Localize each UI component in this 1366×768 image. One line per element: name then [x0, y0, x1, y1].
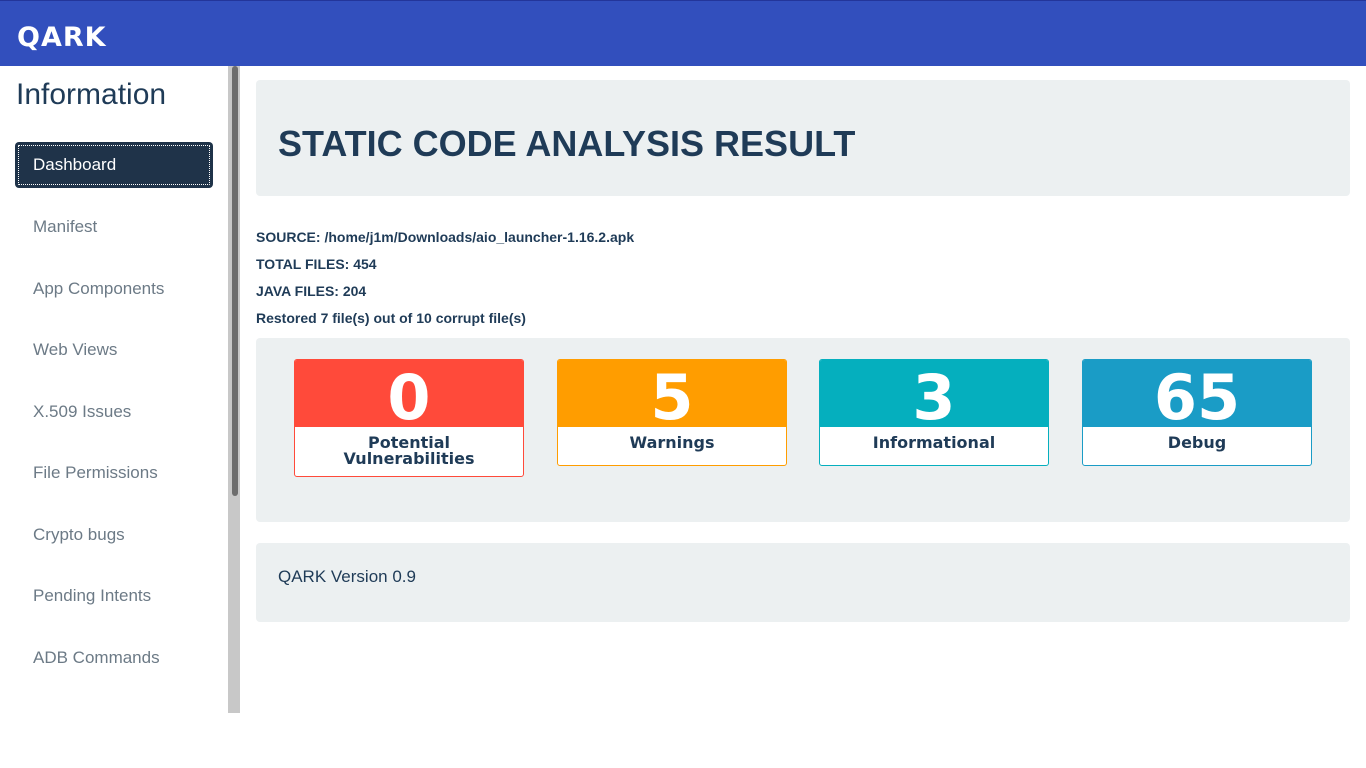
- vulnerabilities-count: 0: [295, 360, 523, 434]
- java-files: JAVA FILES: 204: [256, 283, 367, 299]
- stat-card-warnings[interactable]: 5 Warnings: [557, 359, 787, 466]
- sidebar-item-app-components[interactable]: App Components: [16, 267, 212, 311]
- top-navbar: QARK: [0, 0, 1366, 66]
- qark-logo[interactable]: QARK: [17, 24, 107, 52]
- version-text: QARK Version 0.9: [278, 567, 416, 586]
- sidebar-item-manifest[interactable]: Manifest: [16, 205, 212, 249]
- vulnerabilities-label: Potential Vulnerabilities: [343, 433, 475, 468]
- restored-files: Restored 7 file(s) out of 10 corrupt fil…: [256, 310, 526, 326]
- sidebar-item-web-views[interactable]: Web Views: [16, 328, 212, 372]
- warnings-count: 5: [558, 360, 786, 434]
- sidebar-title: Information: [16, 78, 167, 111]
- sidebar: Information Dashboard Manifest App Compo…: [0, 66, 240, 713]
- sidebar-item-adb-commands[interactable]: ADB Commands: [16, 636, 212, 680]
- title-panel: STATIC CODE ANALYSIS RESULT: [256, 80, 1350, 196]
- page-title: STATIC CODE ANALYSIS RESULT: [278, 123, 856, 164]
- sidebar-item-file-permissions[interactable]: File Permissions: [16, 451, 212, 495]
- sidebar-item-dashboard[interactable]: Dashboard: [16, 143, 212, 187]
- sidebar-item-pending-intents[interactable]: Pending Intents: [16, 574, 212, 618]
- total-files: TOTAL FILES: 454: [256, 256, 377, 272]
- sidebar-item-crypto-bugs[interactable]: Crypto bugs: [16, 513, 212, 557]
- stat-card-debug[interactable]: 65 Debug: [1082, 359, 1312, 466]
- stat-card-informational[interactable]: 3 Informational: [819, 359, 1049, 466]
- stat-card-vulnerabilities[interactable]: 0 Potential Vulnerabilities: [294, 359, 524, 477]
- debug-count: 65: [1083, 360, 1311, 434]
- source-path: SOURCE: /home/j1m/Downloads/aio_launcher…: [256, 229, 635, 245]
- informational-count: 3: [820, 360, 1048, 434]
- sidebar-scrollbar-thumb[interactable]: [232, 66, 238, 496]
- footer-panel: QARK Version 0.9: [256, 543, 1350, 622]
- sidebar-item-x509-issues[interactable]: X.509 Issues: [16, 390, 212, 434]
